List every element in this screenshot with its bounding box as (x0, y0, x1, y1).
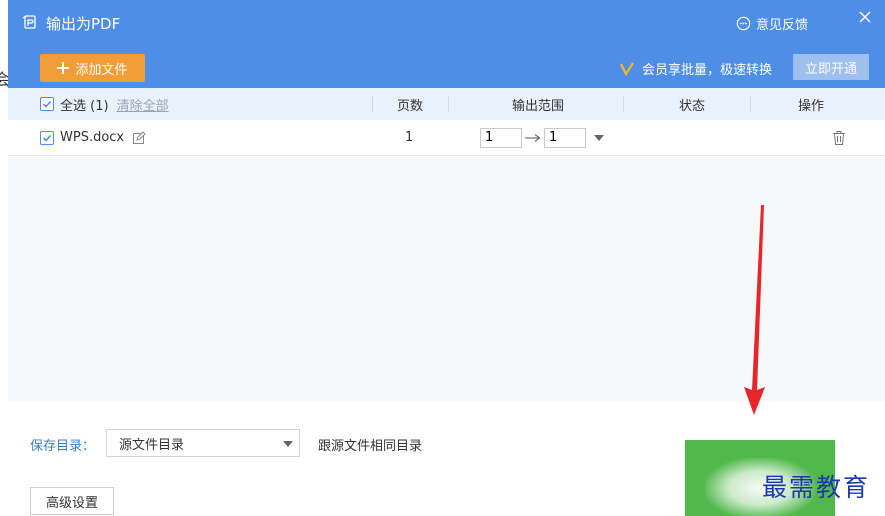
range-cell (480, 120, 604, 155)
filename: WPS.docx (60, 130, 125, 145)
check-icon (42, 100, 52, 108)
export-pdf-dialog: 会 输出为PDF 意见反馈 添加文件 会员享批量，极速转换 立即开通 全选 (1… (0, 0, 885, 516)
edit-icon[interactable] (132, 130, 146, 145)
dropdown-caret-icon[interactable] (594, 134, 604, 141)
open-membership-button[interactable]: 立即开通 (793, 54, 869, 80)
add-file-label: 添加文件 (75, 62, 128, 78)
dialog-title: 输出为PDF (46, 15, 121, 33)
chat-bubble-icon (736, 16, 751, 31)
member-promo: 会员享批量，极速转换 (620, 59, 772, 78)
column-header-status: 状态 (679, 98, 706, 114)
check-icon (42, 134, 52, 142)
save-dir-select[interactable]: 源文件目录 (106, 429, 300, 457)
advanced-settings-label: 高级设置 (45, 495, 98, 511)
column-header-range: 输出范围 (512, 98, 565, 114)
column-header-pages: 页数 (397, 98, 424, 114)
watermark-text: 最需教育 (762, 473, 871, 502)
save-dir-hint: 跟源文件相同目录 (318, 439, 423, 454)
column-header-actions: 操作 (798, 98, 825, 114)
advanced-settings-button[interactable]: 高级设置 (30, 487, 114, 515)
feedback-link[interactable]: 意见反馈 (736, 14, 808, 33)
close-icon[interactable] (856, 8, 874, 26)
save-dir-value: 源文件目录 (119, 437, 185, 453)
select-all-checkbox[interactable] (40, 97, 54, 111)
add-file-button[interactable]: 添加文件 (40, 54, 145, 82)
column-separator (372, 96, 373, 112)
select-all-cell: 全选 (1) 清除全部 (40, 88, 169, 120)
select-all-label: 全选 (1) (60, 98, 109, 114)
open-membership-label: 立即开通 (804, 61, 857, 77)
chevron-down-icon (283, 441, 293, 447)
feedback-label: 意见反馈 (756, 18, 809, 33)
filename-cell: WPS.docx (40, 120, 146, 155)
save-dir-label: 保存目录： (30, 439, 96, 454)
dialog-header: 输出为PDF 意见反馈 添加文件 会员享批量，极速转换 立即开通 (8, 0, 885, 88)
table-header: 全选 (1) 清除全部 页数 输出范围 状态 操作 (8, 88, 885, 121)
member-text: 会员享批量，极速转换 (642, 63, 773, 78)
pdf-export-icon (22, 15, 36, 29)
range-to-input[interactable] (544, 127, 586, 148)
table-row: WPS.docx 1 (8, 120, 885, 156)
page-count: 1 (405, 130, 414, 145)
row-checkbox[interactable] (40, 130, 54, 145)
column-separator (750, 96, 751, 112)
annotation-arrow (744, 205, 765, 415)
vip-v-icon (620, 61, 634, 76)
range-from-input[interactable] (480, 127, 522, 148)
plus-icon (57, 62, 70, 74)
trash-icon[interactable] (832, 130, 846, 146)
column-separator (448, 96, 449, 112)
dialog-footer: 保存目录： 源文件目录 跟源文件相同目录 高级设置 (8, 401, 885, 516)
arrow-right-icon (525, 133, 541, 142)
clear-all-link[interactable]: 清除全部 (117, 95, 169, 114)
column-separator (623, 96, 624, 112)
